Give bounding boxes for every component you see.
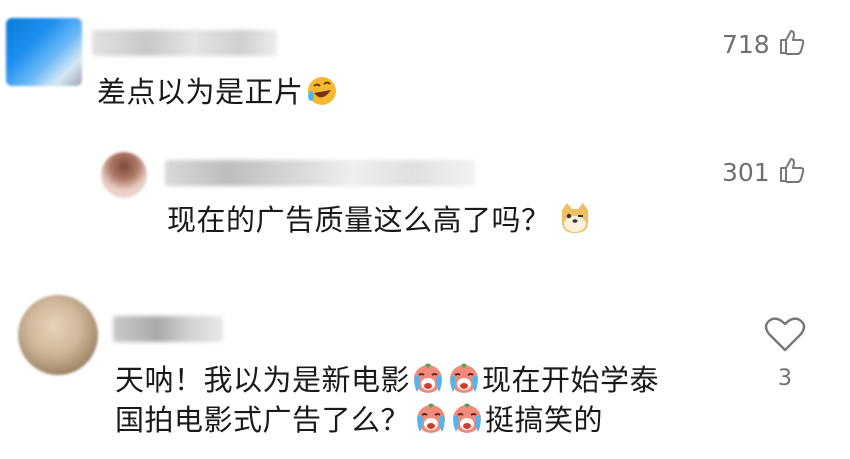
comment-2: 现在的广告质量这么高了吗？ 301: [0, 130, 850, 290]
crying-face-emoji: [414, 402, 448, 450]
comment-body: 现在的广告质量这么高了吗？: [167, 203, 551, 237]
like-group[interactable]: 301: [722, 156, 806, 188]
comment-body: 国拍电影式广告了么？: [115, 403, 411, 437]
comment-1: 差点以为是正片 718: [0, 0, 850, 130]
avatar[interactable]: [18, 295, 98, 375]
comment-text: 现在的广告质量这么高了吗？: [167, 196, 594, 250]
thumbs-up-icon[interactable]: [778, 28, 806, 60]
doge-emoji: [557, 200, 593, 250]
rofl-emoji: [305, 74, 339, 122]
heart-icon[interactable]: [764, 316, 806, 358]
username[interactable]: [92, 30, 277, 56]
comment-body: 差点以为是正片: [97, 75, 304, 109]
comment-body-cont: 现在开始学泰: [482, 363, 660, 397]
avatar[interactable]: [101, 152, 147, 198]
comment-text-line-2: 国拍电影式广告了么？ 挺搞笑的: [115, 396, 603, 450]
like-count: 718: [722, 29, 770, 59]
comment-3: 天呐！我以为是新电影 现在开始学泰 国拍电影式广告了么？ 挺搞笑的 3: [0, 290, 850, 459]
comment-body-cont: 挺搞笑的: [485, 403, 604, 437]
avatar[interactable]: [6, 18, 82, 86]
comment-body: 天呐！我以为是新电影: [115, 363, 411, 397]
crying-face-emoji: [450, 402, 484, 450]
like-count: 3: [778, 366, 792, 391]
thumbs-up-icon[interactable]: [778, 156, 806, 188]
like-count: 301: [722, 157, 770, 187]
like-group[interactable]: 3: [762, 316, 808, 391]
like-group[interactable]: 718: [722, 28, 806, 60]
comment-text: 差点以为是正片: [97, 68, 340, 122]
username[interactable]: [113, 316, 223, 342]
username[interactable]: [165, 160, 475, 186]
